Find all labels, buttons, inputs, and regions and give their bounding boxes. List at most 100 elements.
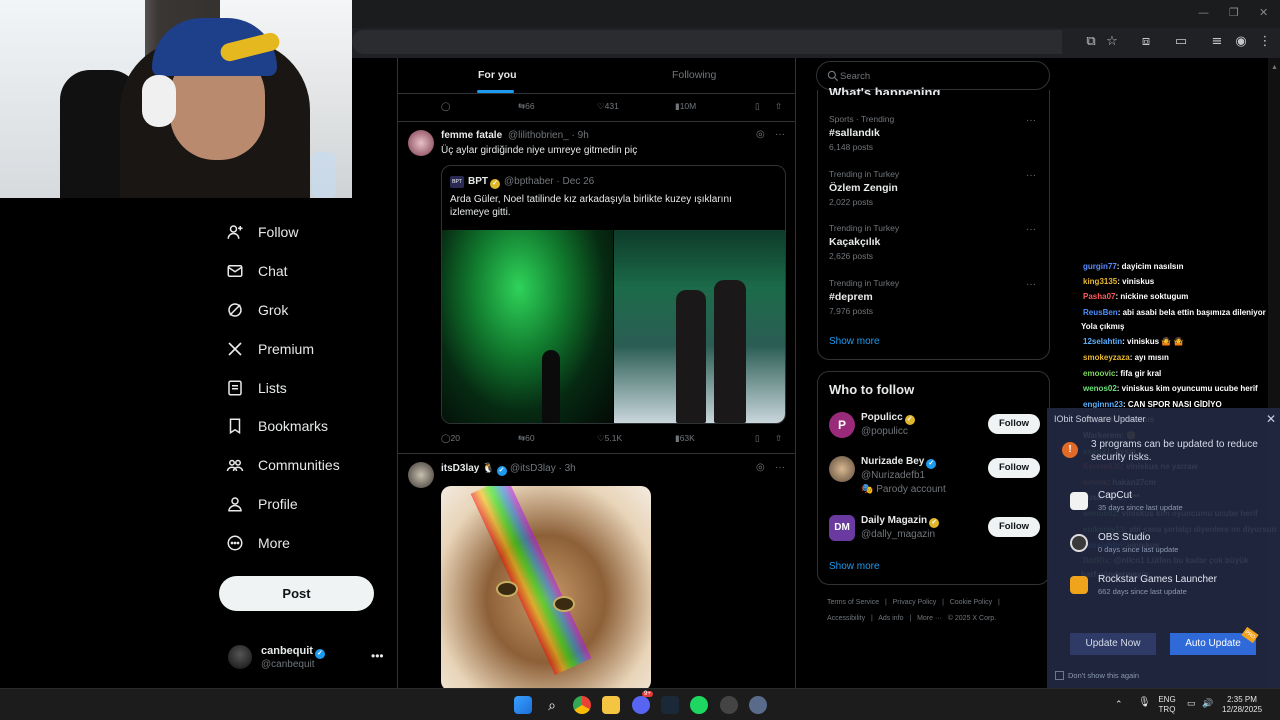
show-more-link[interactable]: Show more bbox=[829, 561, 880, 572]
chrome-icon[interactable] bbox=[573, 696, 591, 714]
trend-more-icon[interactable]: ··· bbox=[1026, 224, 1036, 235]
trend-more-icon[interactable]: ··· bbox=[1026, 279, 1036, 290]
cookie-link[interactable]: Cookie Policy bbox=[950, 599, 992, 606]
language-indicator[interactable]: ENG TRQ bbox=[1156, 695, 1178, 715]
follow-button[interactable]: Follow bbox=[988, 458, 1040, 478]
app-icon[interactable] bbox=[720, 696, 738, 714]
iobit-updater-popup: IObit Software Updater ✕ ! 3 programs ca… bbox=[1047, 408, 1280, 688]
trend-more-icon[interactable]: ··· bbox=[1026, 115, 1036, 126]
follow-suggestion[interactable]: Nurizade Bey ✓ @Nurizadefb1 🎭 Parody acco… bbox=[829, 456, 1049, 500]
trend-count: 7,976 posts bbox=[829, 306, 873, 316]
avatar[interactable] bbox=[408, 462, 434, 488]
follow-suggestion[interactable]: P Populicc ✓ @populicc Follow bbox=[829, 412, 1049, 456]
more-link[interactable]: More ··· bbox=[917, 615, 942, 622]
volume-icon[interactable]: 🔊 bbox=[1202, 698, 1213, 708]
reply-button[interactable]: ◯ 20 bbox=[441, 433, 460, 444]
tab-for-you[interactable]: For you bbox=[478, 69, 517, 81]
address-bar[interactable] bbox=[352, 30, 1062, 54]
nav-item-more[interactable]: More bbox=[226, 532, 290, 554]
nav-label: Premium bbox=[258, 341, 315, 357]
reading-list-icon[interactable]: ≡ bbox=[1208, 33, 1226, 51]
start-button-icon[interactable] bbox=[514, 696, 532, 714]
follow-button[interactable]: Follow bbox=[988, 517, 1040, 537]
tab-following[interactable]: Following bbox=[672, 69, 716, 81]
separator: | bbox=[884, 599, 887, 606]
network-icon[interactable]: ▭ bbox=[1187, 698, 1196, 708]
avatar[interactable] bbox=[408, 130, 434, 156]
share-icon[interactable]: ⇧ bbox=[775, 101, 782, 112]
account-switcher[interactable]: canbequit ✓ @canbequit ••• bbox=[228, 643, 388, 675]
repost-button[interactable]: ⇆ 60 bbox=[518, 433, 535, 444]
nav-item-chat[interactable]: Chat bbox=[226, 260, 288, 282]
split-view-icon[interactable]: ▭ bbox=[1172, 33, 1190, 51]
grok-icon[interactable]: ◎ bbox=[756, 129, 765, 140]
screenshot-icon[interactable]: ⧉ bbox=[1082, 33, 1100, 51]
dont-show-again-checkbox[interactable]: Don't show this again bbox=[1055, 671, 1139, 680]
accessibility-link[interactable]: Accessibility bbox=[827, 615, 865, 622]
follow-button[interactable]: Follow bbox=[988, 414, 1040, 434]
scroll-up-icon[interactable]: ▲ bbox=[1271, 64, 1278, 72]
spotify-icon[interactable] bbox=[690, 696, 708, 714]
reply-icon[interactable]: ◯ bbox=[441, 101, 451, 112]
photo-rainbow-light bbox=[470, 486, 592, 676]
views-button[interactable]: ▮ 10M bbox=[675, 101, 696, 112]
tweet-more-icon[interactable]: ··· bbox=[775, 462, 785, 473]
tweet-author-handle: @itsD3lay · 3h bbox=[510, 463, 576, 474]
post-button[interactable]: Post bbox=[219, 576, 374, 611]
discord-icon[interactable]: 9+ bbox=[632, 691, 653, 714]
terms-link[interactable]: Terms of Service bbox=[827, 599, 879, 606]
chat-message: emoovic: fifa gir kral bbox=[1083, 369, 1161, 378]
minimize-button[interactable]: — bbox=[1198, 6, 1209, 19]
nav-item-profile[interactable]: Profile bbox=[226, 493, 298, 515]
nav-item-grok[interactable]: Grok bbox=[226, 299, 288, 321]
bookmark-icon[interactable]: ▯ bbox=[755, 433, 760, 444]
profile-icon[interactable]: ◉ bbox=[1232, 33, 1250, 51]
views-button[interactable]: ▮ 63K bbox=[675, 433, 695, 444]
browser-menu-icon[interactable]: ⋮ bbox=[1256, 33, 1274, 51]
trend-more-icon[interactable]: ··· bbox=[1026, 170, 1036, 181]
like-button[interactable]: ♡ 431 bbox=[597, 101, 619, 112]
checkbox-icon[interactable] bbox=[1055, 671, 1064, 680]
nav-item-follow[interactable]: Follow bbox=[226, 221, 298, 243]
quote-author-handle: @bpthaber · Dec 26 bbox=[504, 176, 595, 187]
webcam-overlay bbox=[0, 0, 352, 198]
nav-label: More bbox=[258, 535, 290, 551]
repost-button[interactable]: ⇆ 66 bbox=[518, 101, 535, 112]
like-button[interactable]: ♡ 5.1K bbox=[597, 433, 622, 444]
nav-label: Bookmarks bbox=[258, 418, 329, 434]
update-now-button[interactable]: Update Now bbox=[1070, 633, 1156, 655]
close-button[interactable]: ✕ bbox=[1259, 6, 1268, 19]
share-icon[interactable]: ⇧ bbox=[775, 433, 782, 444]
settings-icon[interactable] bbox=[749, 696, 767, 714]
tray-chevron-icon[interactable]: ⌃ bbox=[1115, 699, 1123, 709]
trend-category: Sports · Trending bbox=[829, 114, 895, 124]
nav-item-lists[interactable]: Lists bbox=[226, 377, 287, 399]
account-more-icon[interactable]: ••• bbox=[371, 649, 384, 663]
microphone-icon[interactable]: 🎙 bbox=[1138, 698, 1151, 708]
tweet-more-icon[interactable]: ··· bbox=[775, 129, 785, 140]
bookmark-icon[interactable]: ▯ bbox=[755, 101, 760, 112]
search-icon[interactable]: ⌕ bbox=[543, 696, 561, 714]
show-more-link[interactable]: Show more bbox=[829, 336, 880, 347]
file-explorer-icon[interactable] bbox=[602, 696, 620, 714]
nav-item-bookmarks[interactable]: Bookmarks bbox=[226, 415, 328, 437]
nav-item-premium[interactable]: Premium bbox=[226, 338, 314, 360]
bookmark-star-icon[interactable]: ☆ bbox=[1103, 33, 1121, 51]
x-logo-icon bbox=[226, 340, 244, 358]
follow-suggestion[interactable]: DM Daily Magazin ✓ @dally_magazin Follow bbox=[829, 515, 1049, 559]
steam-icon[interactable] bbox=[661, 696, 679, 714]
tweet-author-name[interactable]: itsD3lay 🐧 ✓ bbox=[441, 463, 507, 476]
quoted-tweet[interactable]: BPT BPT ✓ @bpthaber · Dec 26 Arda Güler, … bbox=[441, 165, 786, 424]
ads-info-link[interactable]: Ads info bbox=[878, 615, 903, 622]
aurora-photo[interactable] bbox=[442, 230, 613, 423]
grok-icon[interactable]: ◎ bbox=[756, 462, 765, 473]
extensions-icon[interactable]: ⧈ bbox=[1137, 33, 1155, 51]
close-icon[interactable]: ✕ bbox=[1266, 412, 1276, 426]
clock[interactable]: 2:35 PM 12/28/2025 bbox=[1222, 695, 1262, 715]
privacy-link[interactable]: Privacy Policy bbox=[893, 599, 937, 606]
tweet-author-name[interactable]: femme fatale bbox=[441, 130, 502, 141]
cat-photo[interactable] bbox=[441, 486, 651, 688]
maximize-button[interactable]: ❐ bbox=[1229, 6, 1239, 19]
nav-item-communities[interactable]: Communities bbox=[226, 454, 340, 476]
couple-photo[interactable] bbox=[614, 230, 785, 423]
